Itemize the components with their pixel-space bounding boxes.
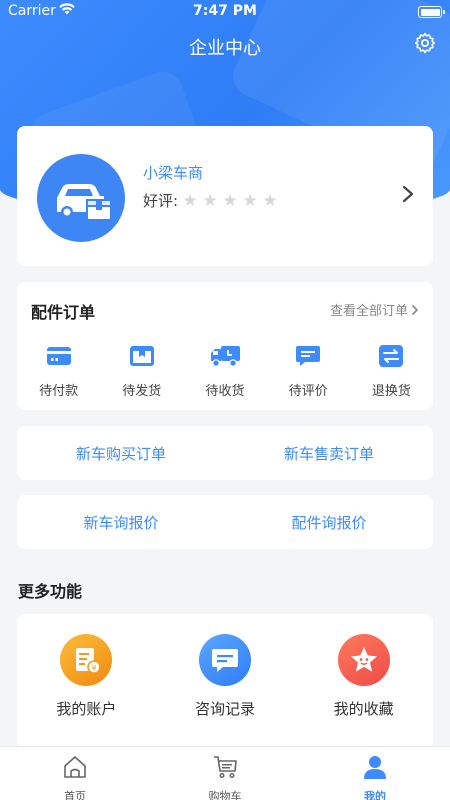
user-icon bbox=[364, 756, 386, 779]
comment-bubble-icon bbox=[296, 346, 321, 366]
clock-time: 7:47 PM bbox=[193, 3, 257, 19]
favorites-icon-circle bbox=[337, 634, 390, 686]
order-status-label: 退换货 bbox=[371, 384, 411, 399]
order-status-returns[interactable]: 退换货 bbox=[350, 344, 433, 399]
parts-orders-title: 配件订单 bbox=[31, 303, 96, 322]
tab-cart[interactable]: 购物车 bbox=[150, 747, 300, 800]
view-all-orders-label: 查看全部订单 bbox=[329, 304, 408, 319]
feature-label: 我的收藏 bbox=[333, 700, 394, 718]
my-account-button[interactable]: ¥ 我的账户 bbox=[17, 634, 156, 719]
order-status-pending-receipt[interactable]: 待收货 bbox=[183, 344, 266, 399]
account-document-icon: ¥ bbox=[76, 648, 102, 674]
new-car-purchase-orders-link[interactable]: 新车购买订单 bbox=[17, 443, 225, 464]
home-icon bbox=[64, 756, 86, 778]
parts-orders-card: 配件订单 查看全部订单 待付款 待发货 待收货 待评价 退换货 bbox=[17, 282, 433, 410]
company-name: 小梁车商 bbox=[143, 164, 204, 182]
order-status-label: 待付款 bbox=[39, 384, 79, 399]
rating-label: 好评: bbox=[143, 192, 179, 210]
tab-label: 首页 bbox=[64, 790, 86, 800]
settings-gear-icon[interactable] bbox=[414, 32, 436, 54]
car-parts-icon bbox=[57, 184, 112, 221]
consult-icon-circle bbox=[199, 634, 251, 686]
profile-card[interactable]: 小梁车商 好评: ★ ★ ★ ★ ★ bbox=[17, 126, 433, 266]
chevron-right-icon bbox=[411, 304, 419, 315]
battery-icon bbox=[418, 6, 445, 18]
star-icon: ★ bbox=[262, 190, 278, 211]
view-all-orders-link[interactable]: 查看全部订单 bbox=[330, 300, 419, 319]
order-status-label: 待收货 bbox=[205, 384, 245, 399]
order-status-pending-payment[interactable]: 待付款 bbox=[17, 344, 100, 399]
new-car-sales-orders-link[interactable]: 新车售卖订单 bbox=[225, 443, 433, 464]
star-icon: ★ bbox=[222, 190, 238, 211]
new-car-orders-card: 新车购买订单 新车售卖订单 bbox=[17, 426, 433, 480]
tab-home[interactable]: 首页 bbox=[0, 747, 150, 800]
new-car-quote-link[interactable]: 新车询报价 bbox=[17, 512, 225, 533]
star-face-icon bbox=[350, 647, 377, 672]
package-box-icon bbox=[129, 346, 154, 366]
my-favorites-button[interactable]: 我的收藏 bbox=[294, 634, 433, 719]
chat-bubble-icon bbox=[212, 649, 238, 672]
feature-label: 咨询记录 bbox=[195, 700, 256, 718]
order-status-label: 待发货 bbox=[122, 384, 162, 399]
more-features-title: 更多功能 bbox=[18, 582, 83, 601]
more-features-card: ¥ 我的账户 咨询记录 我的收藏 bbox=[17, 614, 433, 750]
parts-quote-link[interactable]: 配件询报价 bbox=[225, 512, 433, 533]
cart-icon bbox=[214, 756, 237, 779]
page-title: 企业中心 bbox=[189, 38, 261, 59]
consult-records-button[interactable]: 咨询记录 bbox=[156, 634, 295, 719]
order-status-pending-shipment[interactable]: 待发货 bbox=[100, 344, 183, 399]
star-icon: ★ bbox=[182, 190, 198, 211]
delivery-truck-icon bbox=[211, 346, 240, 367]
account-icon-circle: ¥ bbox=[60, 634, 113, 686]
feature-label: 我的账户 bbox=[56, 700, 117, 718]
wallet-card-icon bbox=[46, 347, 71, 365]
star-icon: ★ bbox=[242, 190, 258, 211]
company-avatar bbox=[37, 154, 125, 242]
status-bar: Carrier 7:47 PM bbox=[0, 0, 450, 24]
bottom-tab-bar: 首页 购物车 我的 bbox=[0, 746, 450, 800]
quotes-card: 新车询报价 配件询报价 bbox=[17, 495, 433, 549]
order-status-label: 待评价 bbox=[288, 384, 328, 399]
exchange-arrows-icon bbox=[379, 345, 404, 367]
chevron-right-icon bbox=[402, 185, 414, 203]
svg-text:¥: ¥ bbox=[92, 664, 97, 673]
tab-label: 购物车 bbox=[208, 790, 242, 800]
tab-mine[interactable]: 我的 bbox=[300, 747, 450, 800]
tab-label: 我的 bbox=[364, 790, 386, 800]
order-status-pending-review[interactable]: 待评价 bbox=[267, 344, 350, 399]
rating-row: 好评: ★ ★ ★ ★ ★ bbox=[143, 190, 280, 211]
star-icon: ★ bbox=[202, 190, 218, 211]
rating-stars: ★ ★ ★ ★ ★ bbox=[180, 192, 280, 210]
